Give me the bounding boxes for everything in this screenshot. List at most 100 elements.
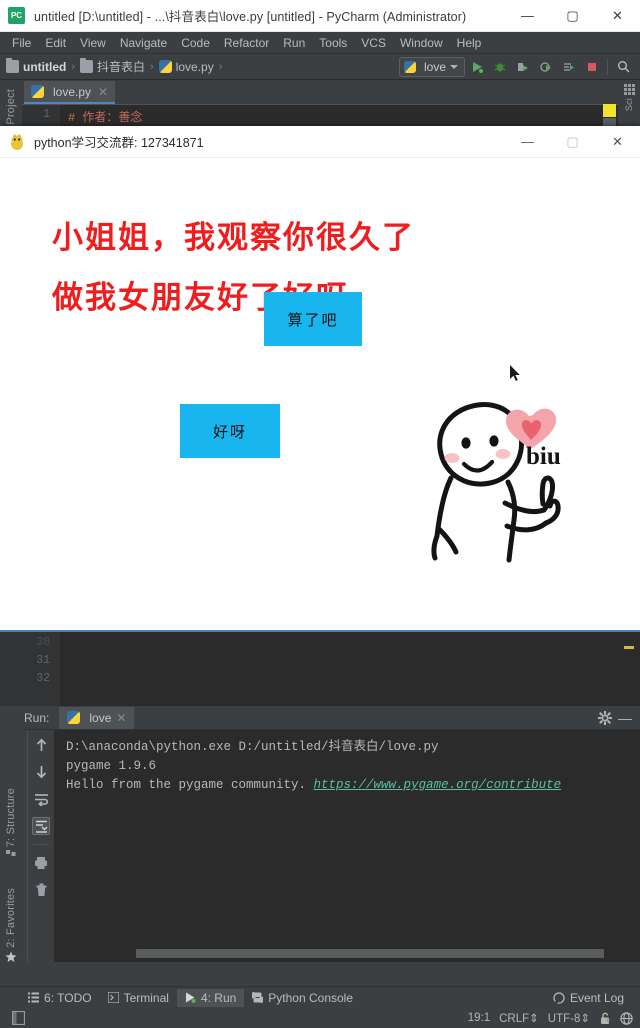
pygame-maximize-button[interactable]: ▢ bbox=[550, 126, 595, 158]
tab-close-icon[interactable]: ✕ bbox=[98, 85, 108, 99]
inspection-marker-yellow bbox=[624, 646, 634, 649]
menu-navigate[interactable]: Navigate bbox=[113, 34, 174, 52]
run-tab-label: love bbox=[89, 710, 112, 725]
python-config-icon bbox=[403, 60, 416, 73]
pygame-contribute-link[interactable]: https://www.pygame.org/contribute bbox=[314, 778, 562, 792]
breadcrumb-file-love[interactable]: love.py bbox=[158, 60, 214, 74]
run-window-body: D:\anaconda\python.exe D:/untitled/抖音表白/… bbox=[0, 730, 640, 962]
star-icon bbox=[5, 951, 17, 963]
pygame-titlebar: python学习交流群: 127341871 — ▢ ✕ bbox=[0, 126, 640, 158]
mouse-cursor-icon bbox=[510, 365, 520, 381]
toolbar-divider bbox=[33, 844, 49, 845]
python-file-icon bbox=[31, 85, 44, 98]
statusbar-item-todo[interactable]: 6: TODO bbox=[20, 989, 100, 1007]
sidebar-item-project-label: Project bbox=[5, 89, 17, 125]
inspection-icon[interactable] bbox=[620, 1011, 633, 1025]
left-tool-rail: 7: Structure 2: Favorites bbox=[0, 706, 22, 986]
grid-icon[interactable] bbox=[623, 84, 635, 95]
folder-icon bbox=[6, 58, 19, 73]
updown-icon: ⇕ bbox=[529, 1013, 539, 1025]
soft-wrap-button[interactable] bbox=[32, 790, 50, 808]
navigation-bar: untitled › 抖音表白 › love.py › love bbox=[0, 54, 640, 80]
line-number: 31 bbox=[36, 654, 50, 667]
breadcrumb-separator: › bbox=[71, 60, 75, 73]
console-line-3-text: Hello from the pygame community. bbox=[66, 778, 314, 792]
window-titlebar: PC untitled [D:\untitled] - ...\抖音表白\lov… bbox=[0, 0, 640, 32]
window-maximize-button[interactable]: ▢ bbox=[550, 0, 595, 32]
run-tab-love[interactable]: love ✕ bbox=[59, 706, 135, 729]
window-minimize-button[interactable]: — bbox=[505, 0, 550, 32]
run-label: Run: bbox=[24, 710, 50, 725]
profile-button[interactable] bbox=[534, 56, 557, 78]
run-console-output[interactable]: D:\anaconda\python.exe D:/untitled/抖音表白/… bbox=[54, 730, 640, 962]
console-line-1: D:\anaconda\python.exe D:/untitled/抖音表白/… bbox=[66, 740, 439, 754]
breadcrumb-separator: › bbox=[218, 60, 223, 73]
button-accept[interactable]: 好呀 bbox=[180, 404, 280, 458]
menu-refactor[interactable]: Refactor bbox=[217, 34, 276, 52]
menu-view[interactable]: View bbox=[73, 34, 113, 52]
statusbar-item-event-log[interactable]: Event Log bbox=[545, 989, 632, 1007]
tab-love-py[interactable]: love.py ✕ bbox=[24, 81, 116, 104]
sidebar-item-favorites[interactable]: 2: Favorites bbox=[5, 888, 17, 963]
menu-vcs[interactable]: VCS bbox=[354, 34, 393, 52]
editor-code-lines[interactable]: # 标题 ⊟def title(text, screen, scale, col… bbox=[51, 632, 640, 770]
window-close-button[interactable]: ✕ bbox=[595, 0, 640, 32]
sidebar-item-scientific-label: Sci bbox=[624, 98, 634, 112]
menu-window[interactable]: Window bbox=[393, 34, 450, 52]
menu-file[interactable]: File bbox=[5, 34, 38, 52]
editor-top-region[interactable]: 1 # 作者：善念 bbox=[0, 104, 640, 126]
statusbar-item-python-console[interactable]: Python Console bbox=[244, 989, 361, 1007]
statusbar-item-run[interactable]: 4: Run bbox=[176, 988, 245, 1007]
run-configuration-selector[interactable]: love bbox=[398, 56, 465, 77]
run-button[interactable] bbox=[465, 56, 488, 78]
toggle-sidebar-icon[interactable] bbox=[12, 1011, 25, 1025]
line-separator[interactable]: CRLF⇕ bbox=[499, 1011, 539, 1025]
sidebar-item-structure[interactable]: 7: Structure bbox=[5, 788, 17, 860]
pygame-minimize-button[interactable]: — bbox=[505, 126, 550, 158]
caret-position[interactable]: 19:1 bbox=[468, 1012, 490, 1024]
window-title: untitled [D:\untitled] - ...\抖音表白\love.p… bbox=[34, 10, 467, 24]
sidebar-item-structure-label: 7: Structure bbox=[5, 788, 17, 848]
breadcrumb-folder-douyin[interactable]: 抖音表白 bbox=[80, 58, 145, 75]
search-everywhere-icon[interactable] bbox=[612, 56, 635, 78]
sidebar-project-strip[interactable]: Project bbox=[0, 82, 22, 132]
run-with-console-button[interactable] bbox=[557, 56, 580, 78]
terminal-icon bbox=[107, 992, 119, 1003]
up-arrow-button[interactable] bbox=[32, 736, 50, 754]
menu-help[interactable]: Help bbox=[450, 34, 489, 52]
pygame-close-button[interactable]: ✕ bbox=[595, 126, 640, 158]
hide-window-icon[interactable]: — bbox=[618, 711, 632, 725]
button-decline[interactable]: 算了吧 bbox=[264, 292, 362, 346]
run-tab-close-icon[interactable]: ✕ bbox=[116, 711, 126, 725]
statusbar-item-terminal[interactable]: Terminal bbox=[100, 989, 177, 1007]
python-file-icon bbox=[158, 60, 172, 73]
run-coverage-button[interactable] bbox=[511, 56, 534, 78]
gear-icon[interactable] bbox=[598, 710, 612, 725]
run-header-actions: — bbox=[598, 710, 640, 725]
file-encoding[interactable]: UTF-8⇕ bbox=[548, 1011, 590, 1025]
menu-code[interactable]: Code bbox=[174, 34, 217, 52]
scroll-to-end-button[interactable] bbox=[32, 817, 50, 835]
status-bar: 19:1 CRLF⇕ UTF-8⇕ bbox=[0, 1008, 640, 1028]
editor-bottom-region[interactable]: 30 31 32 # 标题 ⊟def title(text, screen, s… bbox=[0, 630, 640, 770]
editor-tabbar: love.py ✕ bbox=[0, 80, 640, 104]
menu-run[interactable]: Run bbox=[276, 34, 312, 52]
sidebar-item-favorites-label: 2: Favorites bbox=[5, 888, 17, 949]
print-button[interactable] bbox=[32, 854, 50, 872]
menu-bar: File Edit View Navigate Code Refactor Ru… bbox=[0, 32, 640, 54]
down-arrow-button[interactable] bbox=[32, 763, 50, 781]
console-horizontal-scrollbar[interactable] bbox=[136, 949, 604, 958]
clear-all-button[interactable] bbox=[32, 881, 50, 899]
debug-button[interactable] bbox=[488, 56, 511, 78]
list-icon bbox=[28, 992, 39, 1003]
lock-icon[interactable] bbox=[599, 1012, 611, 1025]
menu-tools[interactable]: Tools bbox=[312, 34, 354, 52]
statusbar-event-log-label: Event Log bbox=[569, 990, 624, 1005]
structure-icon bbox=[6, 850, 16, 857]
python-icon bbox=[252, 992, 264, 1003]
menu-edit[interactable]: Edit bbox=[38, 34, 73, 52]
stop-button[interactable] bbox=[580, 56, 603, 78]
pygame-canvas[interactable]: 小姐姐，我观察你很久了 做我女朋友好了好呀 算了吧 好呀 biu bbox=[0, 158, 640, 630]
statusbar-item-terminal-label: Terminal bbox=[123, 990, 169, 1005]
breadcrumb-untitled[interactable]: untitled bbox=[6, 58, 66, 74]
